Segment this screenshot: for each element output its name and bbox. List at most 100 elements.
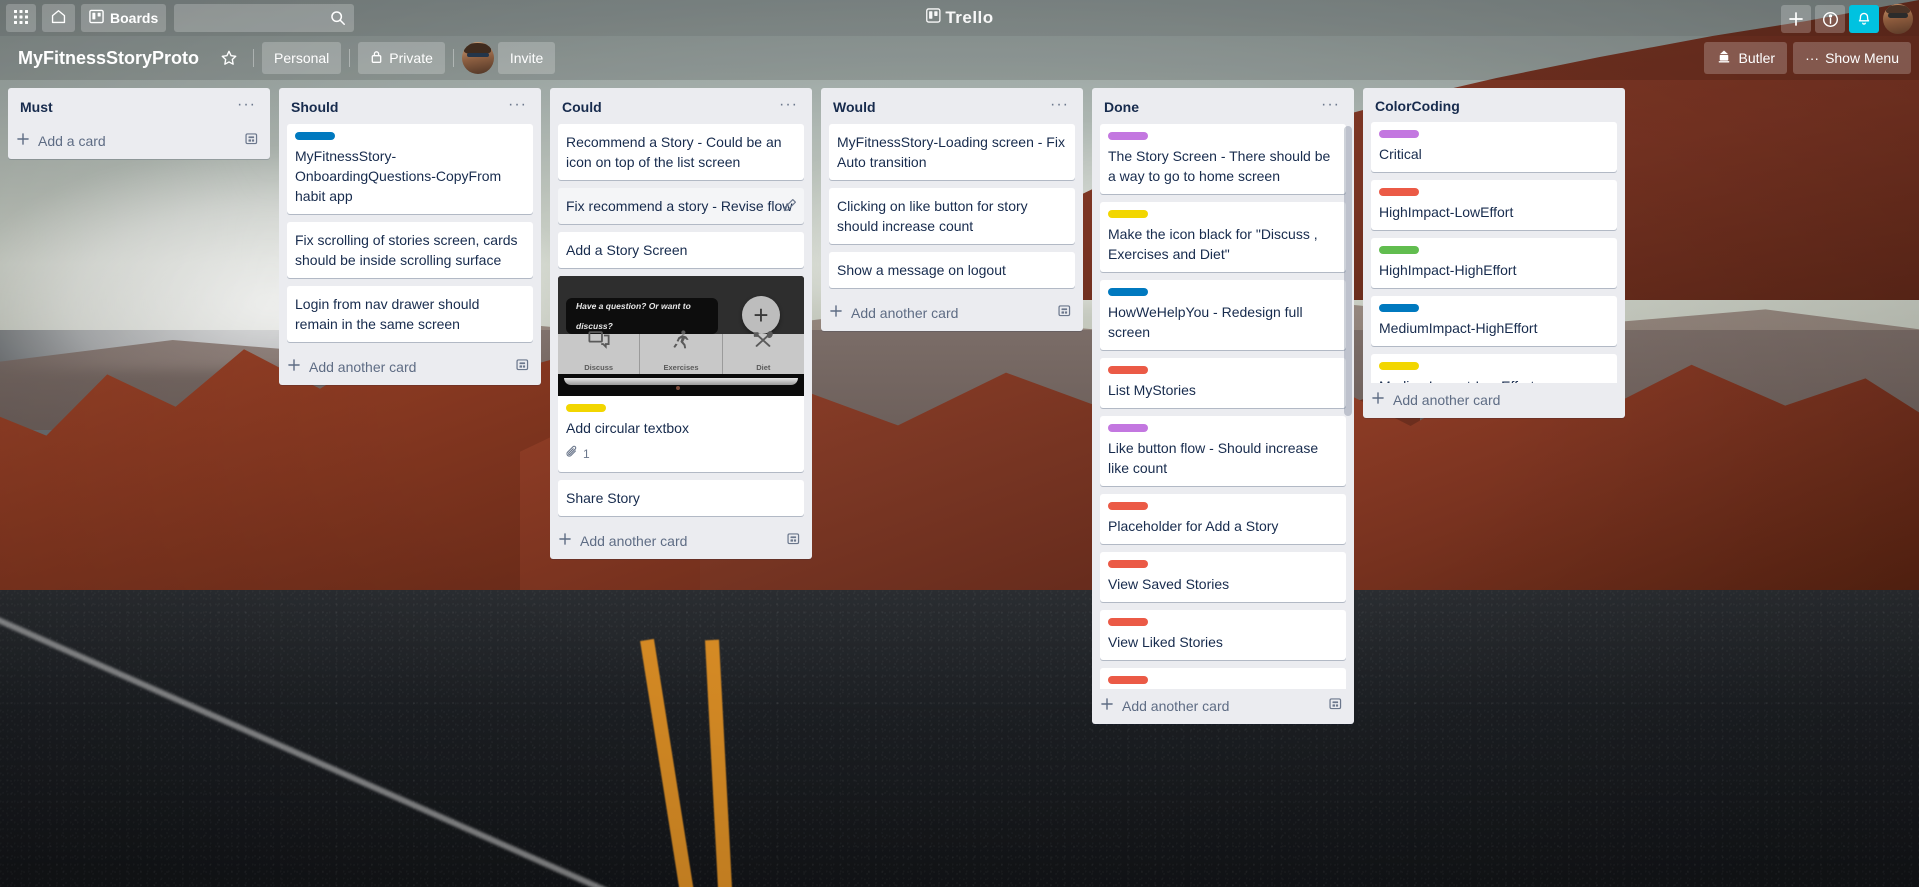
card-label[interactable] xyxy=(1108,618,1148,626)
list-menu-button[interactable]: ··· xyxy=(773,97,804,116)
info-button[interactable] xyxy=(1815,5,1845,33)
list-should[interactable]: Should ··· MyFitnessStory-OnboardingQuesti… xyxy=(279,88,541,385)
card[interactable]: Nav-Homescreen clicked xyxy=(1100,668,1346,689)
card-label[interactable] xyxy=(1108,288,1148,296)
card-label[interactable] xyxy=(1108,132,1148,140)
list-menu-button[interactable]: ··· xyxy=(1315,97,1346,116)
card[interactable]: List MyStories xyxy=(1100,358,1346,408)
list-could[interactable]: Could ··· Recommend a Story - Could be an … xyxy=(550,88,812,559)
card-label[interactable] xyxy=(1379,304,1419,312)
trello-logo[interactable]: Trello xyxy=(925,8,993,28)
card[interactable]: View Saved Stories xyxy=(1100,552,1346,602)
list-title[interactable]: Done xyxy=(1104,99,1139,115)
team-button[interactable]: Personal xyxy=(262,42,342,74)
mock-nav-cell: Discuss xyxy=(558,330,641,374)
card[interactable]: MediumImpact-LowEffort xyxy=(1371,354,1617,383)
board-title[interactable]: MyFitnessStoryProto xyxy=(8,44,209,73)
list-title[interactable]: Could xyxy=(562,99,602,115)
card-template-icon[interactable] xyxy=(244,132,260,149)
list-menu-button[interactable]: ··· xyxy=(1044,97,1075,116)
card-template-icon[interactable] xyxy=(1057,304,1073,321)
card[interactable]: HowWeHelpYou - Redesign full screen xyxy=(1100,280,1346,350)
star-board-button[interactable] xyxy=(213,42,245,74)
add-card-button[interactable]: Add another card xyxy=(279,350,541,385)
card-template-icon[interactable] xyxy=(1328,697,1344,714)
add-card-left: Add another card xyxy=(287,358,416,375)
card[interactable]: HighImpact-LowEffort xyxy=(1371,180,1617,230)
card-template-icon[interactable] xyxy=(786,532,802,549)
list-title[interactable]: Would xyxy=(833,99,876,115)
header-divider xyxy=(349,49,351,67)
card[interactable]: Show a message on logout xyxy=(829,252,1075,288)
add-card-button[interactable]: Add another card xyxy=(821,296,1083,331)
card[interactable]: Make the icon black for "Discuss , Exerc… xyxy=(1100,202,1346,272)
card[interactable]: Fix recommend a story - Revise flow xyxy=(558,188,804,224)
list-colorcoding[interactable]: ColorCoding Critical HighImpact-LowEffort H… xyxy=(1363,88,1625,418)
card-label[interactable] xyxy=(1379,130,1419,138)
list-title[interactable]: Must xyxy=(20,99,53,115)
visibility-button[interactable]: Private xyxy=(358,42,445,74)
card-template-icon[interactable] xyxy=(515,358,531,375)
butler-button[interactable]: Butler xyxy=(1704,42,1788,74)
add-card-button[interactable]: Add another card xyxy=(550,524,812,559)
card-label[interactable] xyxy=(1108,366,1148,374)
list-header: Must ··· xyxy=(8,88,270,124)
header-divider xyxy=(253,49,255,67)
add-button[interactable] xyxy=(1781,5,1811,33)
card-label[interactable] xyxy=(1379,246,1419,254)
card[interactable]: Clicking on like button for story should… xyxy=(829,188,1075,244)
card-label[interactable] xyxy=(1108,502,1148,510)
add-card-button[interactable]: Add another card xyxy=(1363,383,1625,418)
card[interactable]: Placeholder for Add a Story xyxy=(1100,494,1346,544)
card[interactable]: MediumImpact-HighEffort xyxy=(1371,296,1617,346)
board-member-avatar[interactable] xyxy=(461,42,494,74)
ellipsis-icon: ··· xyxy=(1805,50,1820,66)
add-card-button[interactable]: Add a card xyxy=(8,124,270,159)
card-label[interactable] xyxy=(1108,210,1148,218)
card[interactable]: The Story Screen - There should be a way… xyxy=(1100,124,1346,194)
search-box[interactable] xyxy=(174,4,355,32)
list-title[interactable]: Should xyxy=(291,99,338,115)
card[interactable]: Fix scrolling of stories screen, cards s… xyxy=(287,222,533,278)
card-label[interactable] xyxy=(1108,676,1148,684)
boards-button[interactable]: Boards xyxy=(81,4,167,32)
user-avatar[interactable] xyxy=(1883,4,1913,34)
list-menu-button[interactable]: ··· xyxy=(502,97,533,116)
card-badges: 1 xyxy=(566,444,796,464)
list-scrollbar[interactable] xyxy=(1344,126,1352,416)
card[interactable]: MyFitnessStory-OnboardingQuestions-CopyF… xyxy=(287,124,533,214)
app-mockup: Have a question? Or want to discuss? + D… xyxy=(558,276,804,396)
invite-button[interactable]: Invite xyxy=(497,42,556,74)
notifications-button[interactable] xyxy=(1849,5,1879,33)
list-menu-button[interactable]: ··· xyxy=(231,97,262,116)
card-label[interactable] xyxy=(1379,362,1419,370)
list-title[interactable]: ColorCoding xyxy=(1375,98,1460,114)
card[interactable]: Share Story xyxy=(558,480,804,516)
card[interactable]: View Liked Stories xyxy=(1100,610,1346,660)
card[interactable]: Critical xyxy=(1371,122,1617,172)
card-label[interactable] xyxy=(1379,188,1419,196)
card-label[interactable] xyxy=(295,132,335,140)
card-label[interactable] xyxy=(1108,560,1148,568)
card[interactable]: Login from nav drawer should remain in t… xyxy=(287,286,533,342)
card[interactable]: Like button flow - Should increase like … xyxy=(1100,416,1346,486)
show-menu-button[interactable]: ··· Show Menu xyxy=(1793,42,1911,74)
card[interactable]: Recommend a Story - Could be an icon on … xyxy=(558,124,804,180)
card[interactable]: MyFitnessStory-Loading screen - Fix Auto… xyxy=(829,124,1075,180)
home-button[interactable] xyxy=(42,4,75,32)
list-would[interactable]: Would ··· MyFitnessStory-Loading screen - … xyxy=(821,88,1083,331)
card[interactable]: Add a Story Screen xyxy=(558,232,804,268)
card[interactable]: Have a question? Or want to discuss? + D… xyxy=(558,276,804,472)
card-label[interactable] xyxy=(1108,424,1148,432)
apps-grid-button[interactable] xyxy=(6,4,36,32)
search-input[interactable] xyxy=(182,10,333,26)
add-card-button[interactable]: Add another card xyxy=(1092,689,1354,724)
edit-pencil-icon[interactable] xyxy=(783,197,797,217)
card[interactable]: HighImpact-HighEffort xyxy=(1371,238,1617,288)
add-card-label: Add another card xyxy=(309,358,417,375)
card-label[interactable] xyxy=(566,404,606,412)
list-done[interactable]: Done ··· The Story Screen - There should b… xyxy=(1092,88,1354,724)
list-must[interactable]: Must ··· Add a card xyxy=(8,88,270,159)
plus-icon xyxy=(829,304,843,321)
board-lists-canvas[interactable]: Must ··· Add a card Should ··· MyFitnessSto… xyxy=(0,80,1919,887)
